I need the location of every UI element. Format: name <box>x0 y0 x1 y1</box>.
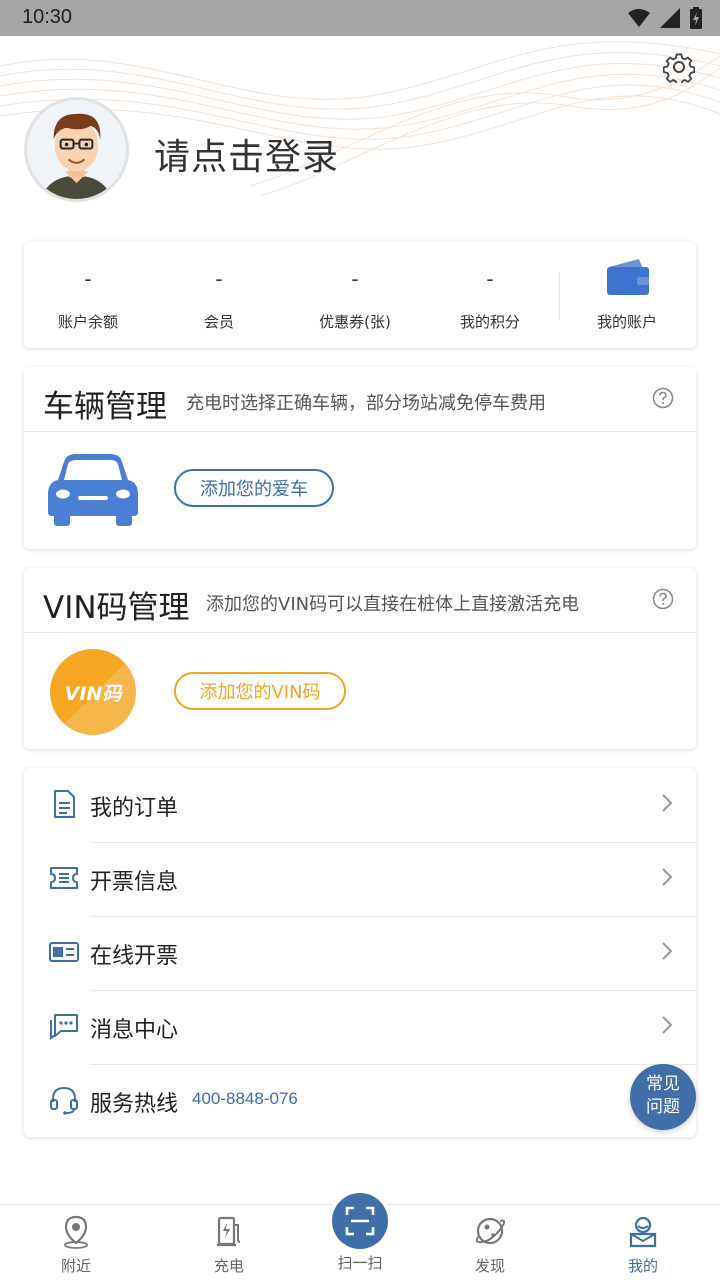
menu-item-messages[interactable]: 消息中心 <box>24 990 696 1064</box>
my-account-label: 我的账户 <box>596 313 657 331</box>
hotline-number[interactable]: 400-8848-076 <box>192 1089 298 1109</box>
stat-label: 优惠券(张) <box>319 313 391 331</box>
faq-button[interactable]: 常见 问题 <box>630 1064 696 1130</box>
menu-item-label: 消息中心 <box>90 1018 179 1043</box>
gear-icon <box>663 53 695 83</box>
tab-label: 充电 <box>213 1257 244 1275</box>
tab-scan[interactable]: 扫一扫 <box>300 1193 420 1280</box>
tab-label: 我的 <box>627 1257 658 1275</box>
stat-balance[interactable]: - 账户余额 <box>28 241 148 348</box>
help-icon[interactable] <box>652 387 674 409</box>
menu-item-hotline[interactable]: 服务热线 400-8848-076 <box>24 1064 696 1138</box>
charging-pile-icon <box>217 1216 241 1247</box>
tab-charging[interactable]: 充电 <box>169 1205 289 1280</box>
add-vehicle-button[interactable]: 添加您的爱车 <box>174 469 334 507</box>
location-pin-icon <box>64 1215 88 1249</box>
vin-section-title: VIN码管理 <box>43 590 190 626</box>
document-icon <box>54 790 75 818</box>
planet-icon <box>475 1217 506 1245</box>
stat-points[interactable]: - 我的积分 <box>430 241 550 348</box>
chat-icon <box>50 1014 78 1040</box>
stat-label: 我的积分 <box>459 313 520 331</box>
tab-label: 发现 <box>474 1257 505 1275</box>
faq-label-line2: 问题 <box>646 1097 680 1117</box>
chevron-right-icon <box>662 868 673 886</box>
stat-value: - <box>351 267 359 291</box>
signal-icon <box>660 8 680 28</box>
tab-discover[interactable]: 发现 <box>430 1205 550 1280</box>
wifi-icon <box>628 9 650 27</box>
tab-label: 附近 <box>60 1257 91 1275</box>
bottom-tab-bar: 附近 充电 扫一扫 发现 我的 <box>0 1193 720 1280</box>
login-prompt[interactable]: 请点击登录 <box>154 128 339 180</box>
stat-label: 账户余额 <box>57 313 118 331</box>
section-divider <box>24 632 696 633</box>
tab-nearby[interactable]: 附近 <box>16 1205 136 1280</box>
section-divider <box>24 431 696 432</box>
invoice-icon <box>49 942 79 962</box>
battery-icon <box>690 7 702 29</box>
status-icons <box>628 7 702 29</box>
stat-value: - <box>84 267 92 291</box>
vin-management-card: VIN码管理 添加您的VIN码可以直接在桩体上直接激活充电 VIN码 添加您的V… <box>24 568 696 749</box>
account-stats-card: - 账户余额 - 会员 - 优惠券(张) - 我的积分 我的账户 <box>24 241 696 348</box>
headset-icon <box>50 1086 78 1115</box>
stat-divider <box>559 273 560 319</box>
vehicle-management-card: 车辆管理 充电时选择正确车辆，部分场站减免停车费用 添加您的爱车 <box>24 367 696 549</box>
help-icon[interactable] <box>652 588 674 610</box>
user-avatar-icon <box>41 113 112 199</box>
add-vin-button[interactable]: 添加您的VIN码 <box>174 672 346 710</box>
vin-badge-text: VIN码 <box>64 683 122 705</box>
menu-item-label: 我的订单 <box>90 796 179 821</box>
vin-badge-icon: VIN码 <box>50 649 136 735</box>
chevron-right-icon <box>662 1016 673 1034</box>
menu-item-online-invoice[interactable]: 在线开票 <box>24 916 696 990</box>
stat-label: 会员 <box>203 313 234 331</box>
vehicle-section-title: 车辆管理 <box>43 389 167 425</box>
menu-item-label: 服务热线 <box>90 1092 179 1117</box>
menu-card: 我的订单 开票信息 在线开票 消息中心 服务热线 400-8848-076 <box>24 768 696 1137</box>
wallet-icon <box>607 259 649 295</box>
status-time: 10:30 <box>22 6 73 28</box>
menu-item-orders[interactable]: 我的订单 <box>24 768 696 842</box>
stat-membership[interactable]: - 会员 <box>159 241 279 348</box>
tab-label: 扫一扫 <box>337 1254 383 1272</box>
tab-mine[interactable]: 我的 <box>583 1205 703 1280</box>
menu-item-label: 开票信息 <box>90 870 179 895</box>
stat-coupons[interactable]: - 优惠券(张) <box>295 241 415 348</box>
stat-value: - <box>215 267 223 291</box>
stat-value: - <box>486 267 494 291</box>
my-account-button[interactable]: 我的账户 <box>567 241 687 348</box>
faq-label-line1: 常见 <box>646 1074 680 1094</box>
ticket-icon <box>50 867 78 889</box>
vehicle-section-description: 充电时选择正确车辆，部分场站减免停车费用 <box>186 393 546 414</box>
chevron-right-icon <box>662 794 673 812</box>
scan-icon <box>345 1206 375 1236</box>
car-icon <box>48 454 138 526</box>
vin-section-description: 添加您的VIN码可以直接在桩体上直接激活充电 <box>206 594 580 615</box>
avatar[interactable] <box>24 97 129 202</box>
settings-button[interactable] <box>660 48 698 86</box>
menu-item-invoice-info[interactable]: 开票信息 <box>24 842 696 916</box>
status-bar: 10:30 <box>0 0 720 36</box>
menu-item-label: 在线开票 <box>90 944 179 969</box>
chevron-right-icon <box>662 942 673 960</box>
user-profile-icon <box>629 1216 657 1248</box>
scan-button[interactable] <box>332 1193 388 1249</box>
